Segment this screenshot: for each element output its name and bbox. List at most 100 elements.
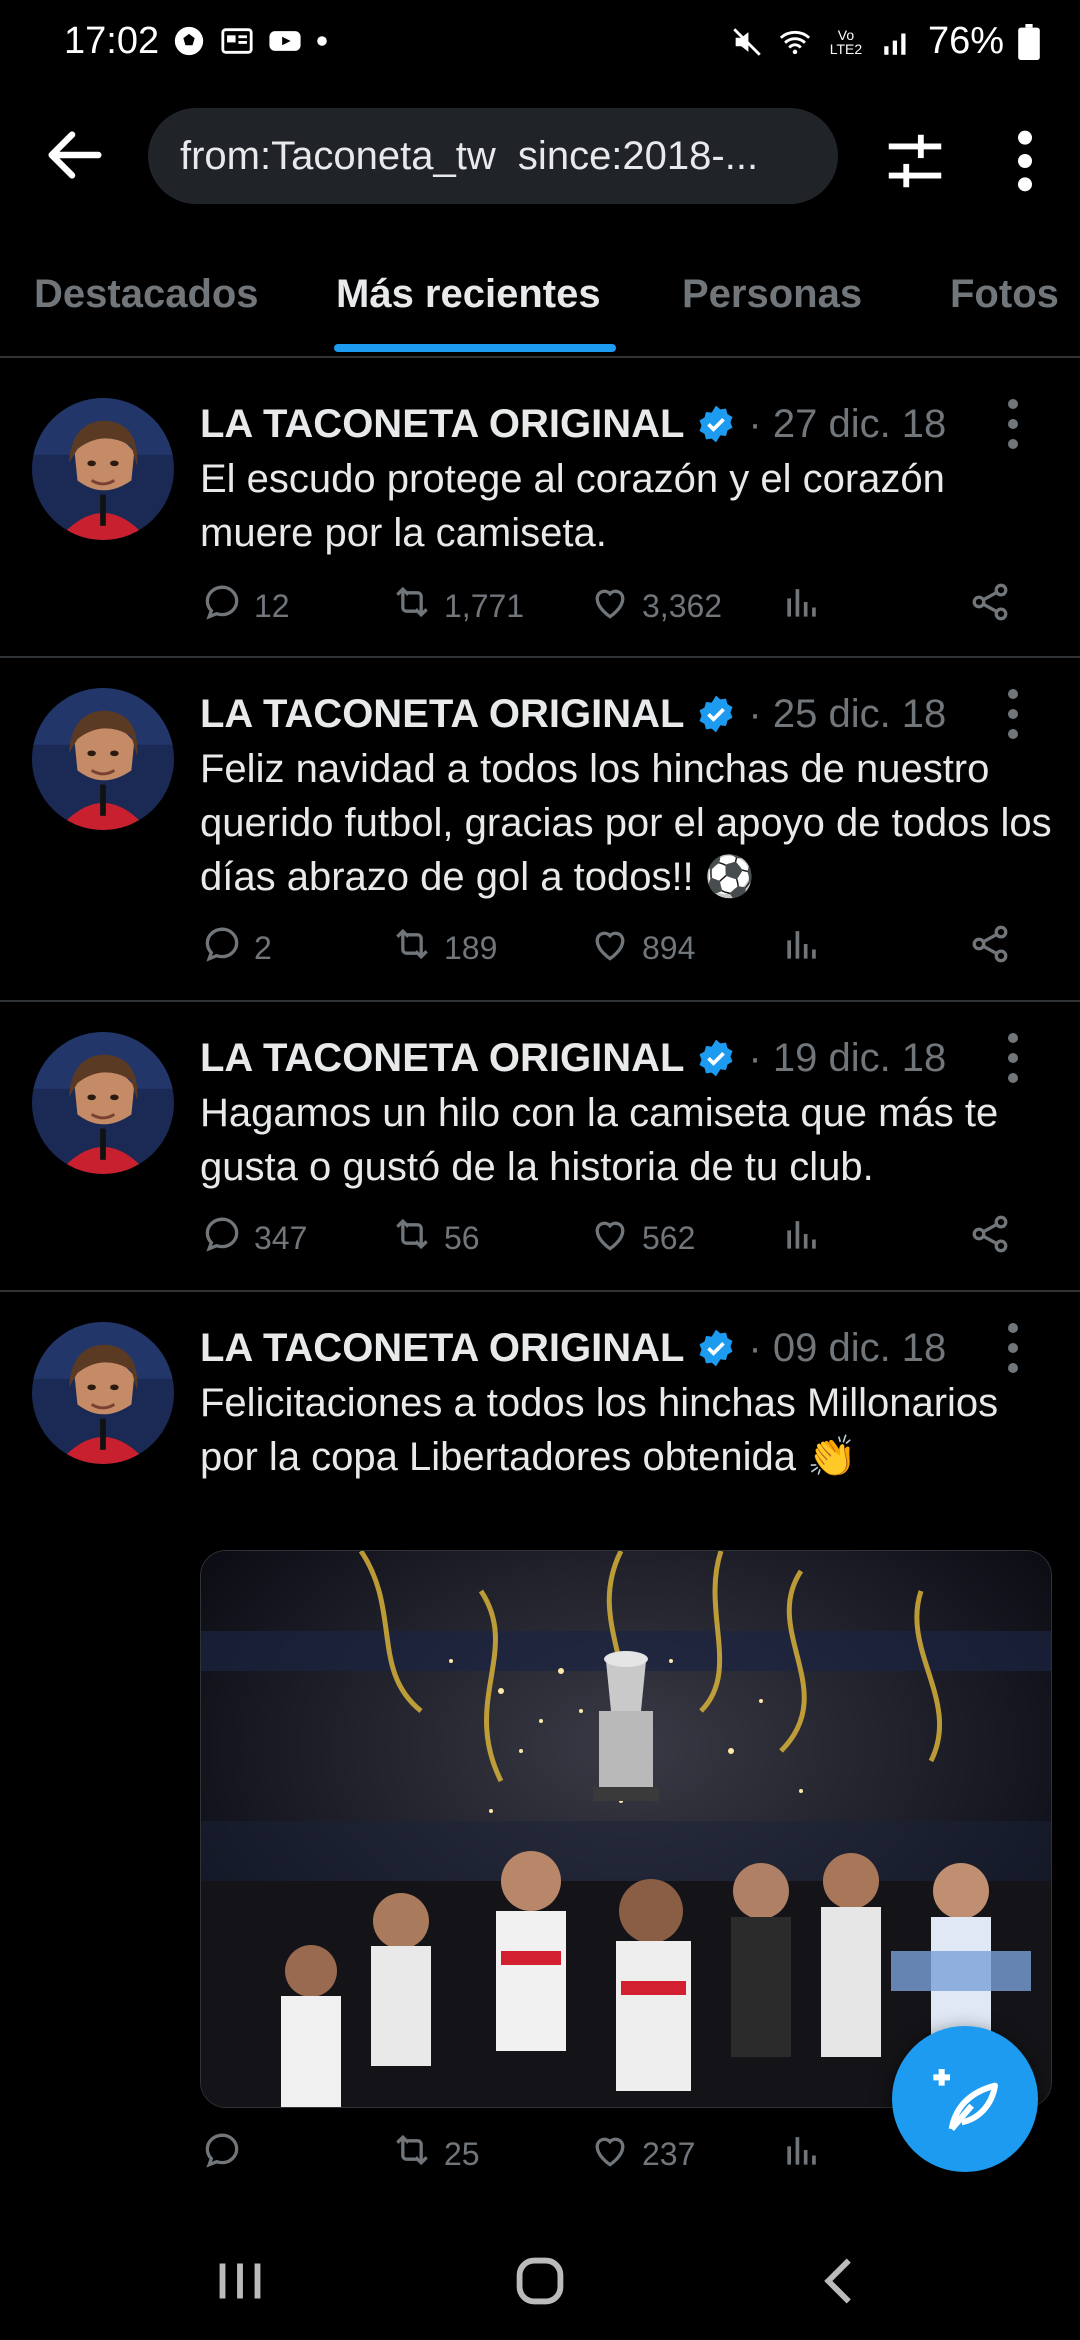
tweet[interactable]: LA TACONETA ORIGINAL · 25 dic. 18 Feliz …	[0, 658, 1080, 1002]
reply-button[interactable]: 12	[200, 580, 290, 632]
more-vertical-icon[interactable]	[1000, 1318, 1026, 1378]
retweet-icon	[390, 922, 434, 974]
share-button[interactable]	[968, 922, 1012, 974]
active-tab-indicator	[334, 344, 616, 352]
like-button[interactable]: 894	[588, 922, 695, 974]
tab-mas-recientes[interactable]: Más recientes	[336, 272, 601, 317]
views-button[interactable]	[780, 2128, 824, 2180]
tweet-author-name[interactable]: LA TACONETA ORIGINAL	[200, 1036, 684, 1081]
search-tabs: Destacados Más recientes Personas Fotos	[0, 258, 1080, 358]
battery-icon	[1018, 23, 1040, 60]
share-button[interactable]	[968, 1212, 1012, 1264]
search-header: from:Taconeta_tw since:2018-...	[0, 100, 1080, 215]
tab-fotos[interactable]: Fotos	[950, 272, 1059, 317]
home-icon[interactable]	[500, 2246, 580, 2316]
avatar[interactable]	[32, 398, 174, 540]
news-icon	[221, 28, 253, 54]
wifi-icon	[779, 30, 811, 54]
tweet-date: · 09 dic. 18	[748, 1325, 947, 1370]
tweet-text: Felicitaciones a todos los hinchas Millo…	[200, 1381, 999, 1479]
status-time: 17:02	[64, 20, 160, 62]
like-button[interactable]: 562	[588, 1212, 695, 1264]
tweet[interactable]: LA TACONETA ORIGINAL · 27 dic. 18 El esc…	[0, 368, 1080, 658]
share-icon	[968, 922, 1012, 974]
like-button[interactable]: 237	[588, 2128, 695, 2180]
retweet-icon	[390, 580, 434, 632]
views-chart-icon	[780, 1212, 824, 1264]
reply-button[interactable]	[200, 2128, 254, 2180]
system-navigation-bar	[0, 2220, 1080, 2340]
dot-icon	[317, 36, 327, 46]
soccer-ball-icon	[174, 26, 204, 56]
compose-tweet-button[interactable]	[892, 2026, 1038, 2172]
views-button[interactable]	[780, 1212, 824, 1264]
retweet-count: 56	[444, 1219, 480, 1256]
retweet-button[interactable]: 56	[390, 1212, 480, 1264]
verified-badge-icon	[699, 695, 733, 733]
tweet-author-name[interactable]: LA TACONETA ORIGINAL	[200, 692, 684, 737]
retweet-button[interactable]: 189	[390, 922, 497, 974]
status-bar: 17:02 Vo LTE2 76%	[0, 0, 1080, 88]
retweet-button[interactable]: 1,771	[390, 580, 524, 632]
tab-personas[interactable]: Personas	[682, 272, 862, 317]
reply-icon	[200, 2128, 244, 2180]
signal-icon	[884, 33, 906, 55]
heart-icon	[588, 1212, 632, 1264]
views-chart-icon	[780, 580, 824, 632]
more-vertical-icon[interactable]	[1000, 1028, 1026, 1088]
sliders-icon[interactable]	[880, 126, 950, 196]
reply-count: 2	[254, 929, 272, 966]
search-input[interactable]: from:Taconeta_tw since:2018-...	[148, 108, 838, 204]
share-button[interactable]	[968, 580, 1012, 632]
arrow-left-icon[interactable]	[40, 120, 110, 190]
tweet-text: Hagamos un hilo con la camiseta que más …	[200, 1091, 999, 1189]
more-vertical-icon[interactable]	[1000, 684, 1026, 744]
more-vertical-icon[interactable]	[1000, 126, 1050, 196]
recent-apps-icon[interactable]	[200, 2246, 280, 2316]
like-button[interactable]: 3,362	[588, 580, 722, 632]
tweet-text: El escudo protege al corazón y el corazó…	[200, 457, 945, 555]
mute-icon	[733, 27, 761, 56]
compose-feather-icon	[933, 2069, 998, 2131]
reply-icon	[200, 580, 244, 632]
battery-percent: 76%	[927, 20, 1004, 62]
heart-icon	[588, 580, 632, 632]
tweet-actions: 347 56 562	[200, 1212, 1040, 1272]
views-chart-icon	[780, 2128, 824, 2180]
search-query-text: from:Taconeta_tw since:2018-...	[180, 133, 759, 178]
reply-count: 347	[254, 1219, 308, 1256]
heart-icon	[588, 2128, 632, 2180]
like-count: 3,362	[642, 587, 723, 624]
tweet[interactable]: LA TACONETA ORIGINAL · 19 dic. 18 Hagamo…	[0, 1002, 1080, 1292]
more-vertical-icon[interactable]	[1000, 394, 1026, 454]
tweet-media-photo[interactable]	[200, 1550, 1052, 2108]
views-button[interactable]	[780, 580, 824, 632]
retweet-icon	[390, 2128, 434, 2180]
reply-icon	[200, 1212, 244, 1264]
views-chart-icon	[780, 922, 824, 974]
share-icon	[968, 1212, 1012, 1264]
reply-button[interactable]: 2	[200, 922, 272, 974]
retweet-count: 1,771	[444, 587, 525, 624]
back-nav-icon[interactable]	[800, 2246, 880, 2316]
tweet-author-name[interactable]: LA TACONETA ORIGINAL	[200, 1326, 684, 1371]
avatar[interactable]	[32, 1322, 174, 1464]
share-icon	[968, 580, 1012, 632]
reply-icon	[200, 922, 244, 974]
avatar[interactable]	[32, 1032, 174, 1174]
tab-destacados[interactable]: Destacados	[34, 272, 259, 317]
views-button[interactable]	[780, 922, 824, 974]
verified-badge-icon	[699, 1329, 733, 1367]
verified-badge-icon	[699, 405, 733, 443]
reply-count: 12	[254, 587, 290, 624]
retweet-count: 25	[444, 2135, 480, 2172]
heart-icon	[588, 922, 632, 974]
tweet-actions: 2 189 894	[200, 922, 1040, 982]
tweet-author-name[interactable]: LA TACONETA ORIGINAL	[200, 402, 684, 447]
youtube-icon	[269, 31, 301, 51]
avatar[interactable]	[32, 688, 174, 830]
network-label: Vo LTE2	[829, 26, 863, 57]
reply-button[interactable]: 347	[200, 1212, 307, 1264]
like-count: 894	[642, 929, 696, 966]
retweet-button[interactable]: 25	[390, 2128, 480, 2180]
